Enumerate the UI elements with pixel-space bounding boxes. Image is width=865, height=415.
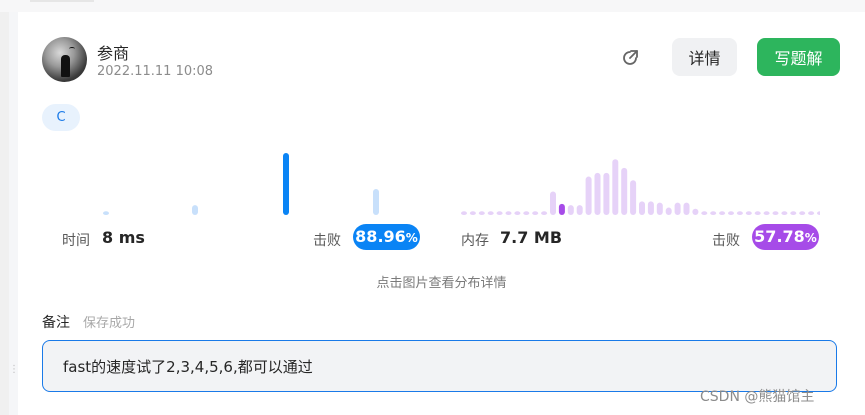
memory-distribution-bar[interactable] — [514, 211, 521, 215]
runtime-distribution-bar[interactable] — [192, 205, 198, 215]
memory-distribution-bar[interactable] — [656, 202, 663, 215]
runtime-beat-percent: 88.96 — [355, 227, 406, 246]
memory-distribution-bar[interactable] — [683, 202, 690, 215]
language-tag[interactable]: C — [42, 104, 80, 131]
memory-distribution-bar[interactable] — [541, 211, 548, 215]
note-label: 备注 — [42, 315, 70, 331]
note-save-status: 保存成功 — [83, 316, 136, 331]
share-external-icon — [623, 50, 638, 65]
runtime-chart-svg — [103, 153, 379, 215]
runtime-beat-badge: 88.96% — [353, 224, 420, 250]
memory-distribution-bar[interactable] — [523, 211, 530, 215]
memory-distribution-bar[interactable] — [736, 211, 743, 215]
runtime-chart[interactable] — [58, 152, 438, 217]
memory-beat-unit: % — [804, 231, 817, 245]
runtime-distribution-bar[interactable] — [103, 211, 109, 215]
memory-distribution-bar[interactable] — [692, 208, 699, 215]
runtime-label: 时间 — [62, 233, 90, 249]
memory-distribution-bar[interactable] — [505, 211, 512, 215]
memory-distribution-bar[interactable] — [621, 167, 628, 215]
submission-card: 参商 2022.11.11 10:08 详情 写题解 C 时间 8 ms 击败 … — [18, 12, 865, 415]
memory-distribution-bar[interactable] — [639, 201, 645, 215]
top-tab-strip — [0, 0, 865, 12]
memory-distribution-bar[interactable] — [585, 176, 592, 215]
memory-distribution-bar[interactable] — [772, 211, 779, 215]
memory-value: 7.7 MB — [500, 228, 563, 247]
submission-time: 2022.11.11 10:08 — [97, 64, 214, 79]
memory-distribution-bar[interactable] — [817, 211, 820, 215]
memory-distribution-bar[interactable] — [550, 191, 556, 215]
runtime-distribution-bar[interactable] — [283, 153, 289, 215]
memory-beat-label: 击败 — [712, 233, 740, 249]
memory-distribution-bar[interactable] — [728, 211, 734, 215]
runtime-beat-label: 击败 — [313, 233, 341, 249]
memory-beat-badge: 57.78% — [752, 224, 819, 250]
memory-chart-svg — [461, 159, 820, 215]
memory-distribution-bar[interactable] — [487, 211, 494, 215]
detail-button[interactable]: 详情 — [672, 38, 737, 76]
runtime-distribution-bar[interactable] — [373, 188, 379, 215]
memory-distribution-bar[interactable] — [710, 211, 717, 215]
memory-distribution-bar[interactable] — [461, 211, 467, 215]
watermark: CSDN @熊猫馆主 — [700, 389, 815, 405]
memory-beat-percent: 57.78 — [754, 227, 805, 246]
memory-distribution-bar[interactable] — [612, 159, 619, 215]
memory-label: 内存 — [461, 233, 489, 249]
memory-distribution-bar[interactable] — [647, 201, 654, 215]
memory-distribution-bar[interactable] — [478, 211, 485, 215]
resize-handle-icon[interactable]: ⋮ — [9, 365, 19, 389]
memory-distribution-bar[interactable] — [532, 211, 539, 215]
memory-distribution-bar[interactable] — [558, 203, 565, 215]
memory-distribution-bar[interactable] — [790, 211, 797, 215]
memory-distribution-bar[interactable] — [781, 211, 788, 215]
memory-distribution-bar[interactable] — [630, 180, 637, 215]
distribution-hint[interactable]: 点击图片查看分布详情 — [18, 272, 865, 291]
memory-distribution-bar[interactable] — [799, 211, 806, 215]
write-solution-button[interactable]: 写题解 — [757, 38, 840, 76]
avatar-bird-shape — [69, 47, 75, 51]
note-input[interactable]: fast的速度试了2,3,4,5,6,都可以通过 — [42, 340, 837, 392]
memory-distribution-bar[interactable] — [576, 205, 583, 215]
avatar[interactable] — [42, 37, 87, 82]
left-panel-edge: ⋮ — [0, 12, 19, 415]
memory-distribution-bar[interactable] — [567, 205, 574, 215]
memory-distribution-bar[interactable] — [719, 211, 726, 215]
tab-indicator — [30, 0, 94, 2]
memory-distribution-bar[interactable] — [754, 211, 761, 215]
author-name[interactable]: 参商 — [97, 40, 129, 64]
runtime-value: 8 ms — [102, 228, 145, 247]
memory-distribution-bar[interactable] — [674, 202, 681, 215]
memory-chart[interactable] — [458, 152, 820, 217]
avatar-figure-shape — [61, 55, 70, 77]
memory-distribution-bar[interactable] — [763, 211, 770, 215]
memory-distribution-bar[interactable] — [665, 207, 672, 215]
memory-distribution-bar[interactable] — [594, 172, 601, 215]
share-button[interactable] — [618, 46, 642, 70]
memory-distribution-bar[interactable] — [496, 211, 503, 215]
memory-distribution-bar[interactable] — [701, 211, 708, 215]
memory-distribution-bar[interactable] — [808, 211, 815, 215]
runtime-beat-unit: % — [405, 231, 418, 245]
memory-distribution-bar[interactable] — [603, 172, 610, 215]
memory-distribution-bar[interactable] — [469, 211, 476, 215]
memory-distribution-bar[interactable] — [745, 211, 752, 215]
